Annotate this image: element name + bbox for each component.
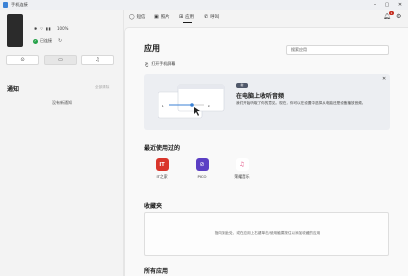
tab-label: 照片: [160, 15, 170, 20]
tab-calls[interactable]: ✆ 呼叫: [204, 14, 219, 20]
recent-app-pico[interactable]: ⊘ PICO: [187, 158, 217, 179]
device-panel: ✱ ⌔ ▮▮ 100% ✓ 已连接 ↻ ⊙ ▭ ♫ 通知 全部清除 没有新通知: [0, 10, 124, 276]
tab-apps[interactable]: ⊞ 应用: [179, 14, 194, 23]
favorites-drop-zone[interactable]: 指向到此处，或在应用上右键单击/使用触摸按住以添加收藏的应用: [144, 212, 389, 256]
title-bar: 手机连接 – ▢ ✕: [0, 0, 408, 10]
message-icon: ◯: [129, 14, 135, 20]
no-notifications-text: 没有新通知: [52, 100, 72, 105]
svg-text:🔊︎: 🔊︎: [208, 104, 210, 108]
ithome-app-icon: IT: [155, 158, 169, 171]
connection-status: ✓ 已连接 ↻: [33, 38, 62, 44]
recent-app-honor-music[interactable]: ♫ 荣耀音乐: [227, 158, 257, 180]
notifications-heading: 通知: [7, 86, 20, 93]
quick-action-music-button[interactable]: ♫: [81, 55, 114, 65]
app-label: IT之家: [156, 174, 168, 179]
ithome-icon-glyph: IT: [159, 161, 165, 168]
open-phone-screen-label: 打开手机屏幕: [151, 61, 176, 66]
pico-app-icon: ⊘: [195, 158, 209, 171]
banner-description: 我们开始听取了你的意见。现在，你可以在设置中选择从电脑还是设备播放音频。: [236, 101, 366, 105]
apps-main-panel: 应用 搜索应用 ⎗ 打开手机屏幕 🔇︎ 🔊︎ 新 在电脑上收听音频 我们开始听取…: [124, 27, 408, 276]
recent-apps-heading: 最近使用过的: [144, 145, 181, 152]
minimize-button[interactable]: –: [370, 1, 380, 9]
apps-grid-icon: ⊞: [179, 14, 184, 20]
refresh-icon[interactable]: ↻: [58, 38, 62, 44]
search-input[interactable]: 搜索应用: [286, 45, 389, 55]
photo-icon: ▣: [154, 14, 159, 20]
favorites-heading: 收藏夹: [144, 203, 163, 210]
connection-status-label: 已连接: [40, 38, 52, 43]
signal-status-icons: ✱ ⌔ ▮▮: [34, 26, 52, 31]
tab-label: 呼叫: [210, 15, 219, 20]
clear-all-link[interactable]: 全部清除: [95, 85, 109, 90]
page-title: 应用: [144, 44, 160, 53]
gear-icon[interactable]: ⚙: [396, 13, 401, 20]
all-apps-heading: 所有应用: [144, 268, 169, 275]
app-logo-icon: [3, 2, 8, 8]
audio-illustration-icon: 🔇︎ 🔊︎: [158, 84, 225, 119]
tab-label: 短信: [136, 15, 146, 20]
open-phone-screen-button[interactable]: ⎗ 打开手机屏幕: [145, 61, 175, 67]
tab-label: 应用: [185, 15, 194, 20]
new-badge: 新: [236, 83, 248, 88]
phone-image: [7, 14, 23, 47]
tab-photos[interactable]: ▣ 照片: [154, 14, 170, 20]
phone-call-icon: ✆: [204, 14, 209, 20]
open-screen-icon: ⎗: [145, 61, 149, 67]
quick-action-screen-button[interactable]: ▭: [44, 55, 77, 65]
app-label: PICO: [197, 174, 207, 179]
app-label: 荣耀音乐: [234, 174, 250, 179]
maximize-button[interactable]: ▢: [382, 1, 392, 9]
top-nav: ◯ 短信 ▣ 照片 ⊞ 应用 ✆ 呼叫 🔔︎ 1 ⚙: [124, 10, 408, 27]
recent-app-ithome[interactable]: IT IT之家: [147, 158, 177, 180]
favorites-hint: 指向到此处，或在应用上右键单击/使用触摸按住以添加收藏的应用: [214, 231, 321, 235]
feature-banner: 🔇︎ 🔊︎ 新 在电脑上收听音频 我们开始听取了你的意见。现在，你可以在设置中选…: [144, 74, 390, 130]
svg-text:🔇︎: 🔇︎: [162, 104, 164, 108]
close-button[interactable]: ✕: [395, 1, 405, 9]
pico-icon-glyph: ⊘: [199, 161, 205, 168]
banner-title: 在电脑上收听音频: [236, 93, 285, 100]
tab-messages[interactable]: ◯ 短信: [129, 14, 145, 20]
window-title: 手机连接: [11, 2, 28, 7]
close-icon[interactable]: ✕: [382, 76, 386, 82]
battery-level: 100%: [57, 26, 69, 31]
music-app-icon: ♫: [235, 158, 249, 171]
music-icon-glyph: ♫: [239, 161, 245, 168]
notification-count-badge: 1: [389, 11, 394, 15]
quick-action-focus-button[interactable]: ⊙: [6, 55, 39, 65]
check-icon: ✓: [33, 38, 38, 44]
